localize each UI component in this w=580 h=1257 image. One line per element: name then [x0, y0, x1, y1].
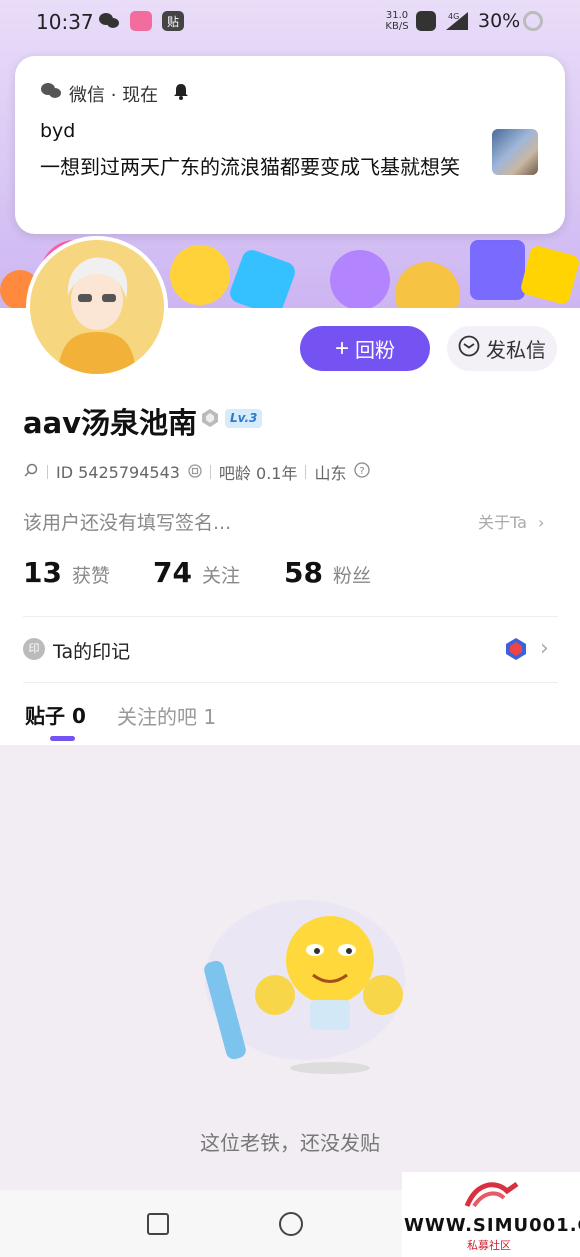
user-id: ID 5425794543 — [56, 462, 180, 482]
stat-following[interactable]: 74 关注 — [153, 556, 284, 589]
tab-followed-bars[interactable]: 关注的吧 1 — [117, 701, 216, 730]
banner-decoration — [470, 240, 525, 300]
empty-state-message: 这位老铁，还没发贴 — [200, 1131, 380, 1155]
svg-text:贴: 贴 — [167, 15, 179, 29]
network-speed: 31.0 KB/S — [385, 10, 409, 32]
banner-decoration — [519, 244, 580, 306]
recent-apps-button[interactable] — [147, 1213, 169, 1235]
status-time: 10:37 — [36, 10, 94, 34]
stat-label: 关注 — [201, 565, 240, 587]
battery-icon — [523, 11, 543, 31]
watermark-url: WWW.SIMU001.CN — [404, 1215, 580, 1236]
follow-back-label: 回粉 — [355, 340, 395, 362]
follow-back-button[interactable]: + 回粉 — [300, 326, 430, 371]
home-button[interactable] — [279, 1212, 303, 1236]
account-age: 吧龄 0.1年 — [218, 464, 298, 483]
chevron-right-icon: › — [538, 513, 545, 532]
signature: 该用户还没有填写签名... — [23, 512, 232, 534]
watermark-subtitle: 私募社区 — [467, 1239, 511, 1252]
bilibili-icon — [130, 11, 152, 31]
wechat-icon — [98, 11, 120, 31]
stat-label: 粉丝 — [332, 565, 371, 587]
tieba-icon: 贴 — [162, 11, 184, 31]
status-bar: 10:37 贴 31.0 KB/S 4G 30% — [0, 0, 580, 44]
watermark-logo — [464, 1181, 519, 1208]
svg-text:?: ? — [360, 466, 365, 477]
mail-icon — [458, 335, 480, 362]
wechat-notification[interactable]: 微信 · 现在 byd 一想到过两天广东的流浪猫都要变成飞基就想笑 — [15, 56, 565, 234]
notification-app-label: 微信 · 现在 — [69, 85, 159, 106]
wechat-icon — [40, 81, 62, 101]
search-icon — [23, 462, 39, 482]
banner-decoration — [395, 262, 460, 310]
about-link-label: 关于Ta — [478, 513, 527, 532]
notification-title: byd — [40, 120, 76, 142]
stat-likes[interactable]: 13 获赞 — [23, 556, 153, 589]
notification-thumbnail — [492, 129, 538, 175]
stats-row: 13 获赞 74 关注 58 粉丝 — [23, 556, 414, 589]
svg-text:4G: 4G — [448, 12, 459, 21]
send-message-button[interactable]: 发私信 — [447, 326, 557, 371]
divider — [305, 465, 307, 479]
send-message-label: 发私信 — [486, 338, 546, 362]
copy-icon[interactable] — [188, 463, 202, 482]
battery-percent: 30% — [478, 10, 521, 32]
empty-state-illustration — [165, 890, 415, 1080]
banner-decoration — [330, 250, 390, 310]
level-badge: Lv.3 — [225, 409, 263, 428]
divider — [209, 465, 211, 479]
chevron-right-icon[interactable]: › — [540, 636, 549, 661]
stat-number: 74 — [153, 556, 192, 589]
divider — [23, 682, 558, 683]
stat-number: 13 — [23, 556, 62, 589]
banner-decoration — [170, 245, 230, 305]
volte-icon — [416, 11, 436, 31]
plus-icon: + — [334, 334, 349, 362]
help-icon[interactable]: ? — [354, 462, 371, 482]
mark-badge-icon — [505, 637, 527, 661]
bell-icon — [172, 82, 190, 100]
stat-label: 获赞 — [71, 565, 110, 587]
location: 山东 — [314, 464, 347, 483]
rank-icon — [200, 408, 220, 428]
avatar[interactable] — [26, 236, 168, 378]
stat-number: 58 — [284, 556, 323, 589]
tab-indicator — [50, 736, 75, 741]
banner-decoration — [227, 247, 298, 310]
stat-followers[interactable]: 58 粉丝 — [284, 556, 414, 589]
marks-label[interactable]: Ta的印记 — [53, 637, 130, 664]
mark-icon: 印 — [23, 638, 45, 660]
divider — [47, 465, 48, 479]
signal-icon: 4G — [442, 10, 470, 32]
profile-meta: ID 5425794543 吧龄 0.1年 山东 ? — [23, 460, 371, 484]
about-link[interactable]: 关于Ta › — [478, 509, 544, 533]
notification-body: 一想到过两天广东的流浪猫都要变成飞基就想笑 — [40, 155, 460, 179]
tab-posts[interactable]: 贴子 0 — [25, 700, 86, 729]
username: aav汤泉池南 — [23, 406, 198, 440]
divider — [23, 616, 558, 617]
